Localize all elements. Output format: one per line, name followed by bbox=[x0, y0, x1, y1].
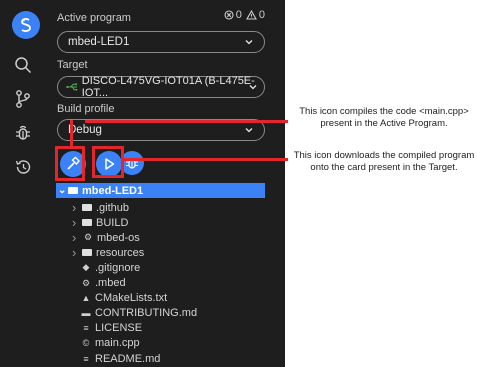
build-highlight-box bbox=[55, 146, 85, 181]
gear-icon: ⚙ bbox=[81, 277, 91, 288]
run-highlight-box bbox=[92, 146, 124, 178]
tree-item[interactable]: © main.cpp bbox=[80, 336, 140, 351]
text-file-icon: ≡ bbox=[83, 353, 89, 364]
run-callout-line bbox=[124, 158, 288, 161]
warning-count: 0 bbox=[258, 9, 265, 21]
build-callout-line bbox=[85, 120, 288, 123]
tree-item[interactable]: ≡ LICENSE bbox=[80, 321, 142, 336]
text-file-icon: ≡ bbox=[83, 323, 89, 334]
folder-icon bbox=[68, 187, 78, 194]
active-program-value: mbed-LED1 bbox=[68, 36, 130, 48]
active-program-select[interactable]: mbed-LED1 bbox=[57, 31, 265, 53]
warning-icon bbox=[245, 10, 257, 20]
git-diamond-icon: ◆ bbox=[82, 262, 90, 273]
target-select[interactable]: DISCO-L475VG-IOT01A (B-L475E-IOT... bbox=[57, 75, 265, 99]
chevron-down-icon: ⌄ bbox=[58, 185, 67, 196]
tree-root-folder[interactable]: ⌄ mbed-LED1 bbox=[56, 183, 265, 198]
tree-item-label: README.md bbox=[95, 352, 161, 365]
cmake-triangle-icon: ▲ bbox=[81, 293, 91, 304]
tree-item[interactable]: ◆ .gitignore bbox=[80, 260, 141, 275]
problems-status[interactable]: 0 0 bbox=[224, 9, 265, 21]
build-annotation-line2: present in the Active Program. bbox=[320, 118, 448, 129]
activity-bar bbox=[0, 0, 46, 367]
debug-bug-icon[interactable] bbox=[11, 121, 35, 145]
chevron-right-icon: › bbox=[72, 215, 77, 231]
error-count: 0 bbox=[235, 9, 242, 21]
tree-item-label: .github bbox=[96, 201, 130, 214]
tree-item-label: mbed-os bbox=[97, 231, 140, 244]
tree-item-label: CONTRIBUTING.md bbox=[95, 307, 198, 320]
source-control-icon[interactable] bbox=[11, 87, 35, 111]
tree-item[interactable]: › resources bbox=[72, 245, 144, 260]
tree-item-label: .gitignore bbox=[95, 261, 141, 274]
cpp-file-icon: © bbox=[82, 338, 90, 349]
tree-item-label: LICENSE bbox=[95, 322, 143, 335]
tree-item[interactable]: ⚙ .mbed bbox=[80, 276, 126, 291]
active-program-label: Active program bbox=[57, 12, 131, 24]
folder-icon bbox=[82, 249, 92, 257]
target-value: DISCO-L475VG-IOT01A (B-L475E-IOT... bbox=[81, 75, 255, 99]
chevron-down-icon bbox=[245, 40, 253, 45]
chevron-down-icon bbox=[245, 128, 253, 133]
search-icon[interactable] bbox=[11, 53, 35, 77]
tree-item-label: BUILD bbox=[96, 216, 129, 229]
tree-item[interactable]: › .github bbox=[72, 200, 129, 215]
chevron-down-icon bbox=[249, 85, 257, 90]
build-annotation: This icon compiles the code <main.cpp> p… bbox=[291, 106, 477, 130]
tree-item[interactable]: › ⚙ mbed-os bbox=[72, 230, 140, 245]
gear-icon: ⚙ bbox=[83, 232, 93, 243]
build-profile-label: Build profile bbox=[57, 103, 115, 115]
tree-item[interactable]: ▬ CONTRIBUTING.md bbox=[80, 306, 198, 321]
run-annotation-line1: This icon downloads the compiled program bbox=[293, 150, 475, 161]
tree-item-label: .mbed bbox=[95, 277, 126, 289]
markdown-icon: ▬ bbox=[81, 308, 91, 319]
studio-window: Active program 0 0 mbed-LED1 Target DISC… bbox=[0, 0, 285, 367]
target-label: Target bbox=[57, 59, 88, 71]
build-profile-value: Debug bbox=[68, 124, 102, 136]
chevron-right-icon: › bbox=[72, 230, 77, 246]
build-callout-connector bbox=[70, 120, 73, 146]
error-icon bbox=[224, 10, 234, 20]
tree-item[interactable]: › BUILD bbox=[72, 215, 128, 230]
folder-icon bbox=[82, 204, 92, 211]
history-icon[interactable] bbox=[11, 155, 35, 179]
tree-item[interactable]: ▲ CMakeLists.txt bbox=[80, 291, 168, 306]
tree-item[interactable]: ≡ README.md bbox=[80, 351, 160, 366]
run-annotation: This icon downloads the compiled program… bbox=[291, 150, 477, 174]
tree-item-label: resources bbox=[96, 246, 145, 259]
tree-item-label: main.cpp bbox=[95, 337, 140, 350]
run-annotation-line2: onto the card present in the Target. bbox=[310, 162, 458, 173]
tree-item-label: CMakeLists.txt bbox=[95, 292, 168, 305]
build-annotation-line1: This icon compiles the code <main.cpp> bbox=[299, 106, 469, 117]
mbed-logo-icon[interactable] bbox=[12, 11, 40, 39]
folder-icon bbox=[82, 219, 92, 227]
chevron-right-icon: › bbox=[72, 245, 77, 261]
tree-root-label: mbed-LED1 bbox=[82, 184, 144, 197]
usb-icon bbox=[66, 83, 78, 91]
chevron-right-icon: › bbox=[72, 200, 77, 215]
